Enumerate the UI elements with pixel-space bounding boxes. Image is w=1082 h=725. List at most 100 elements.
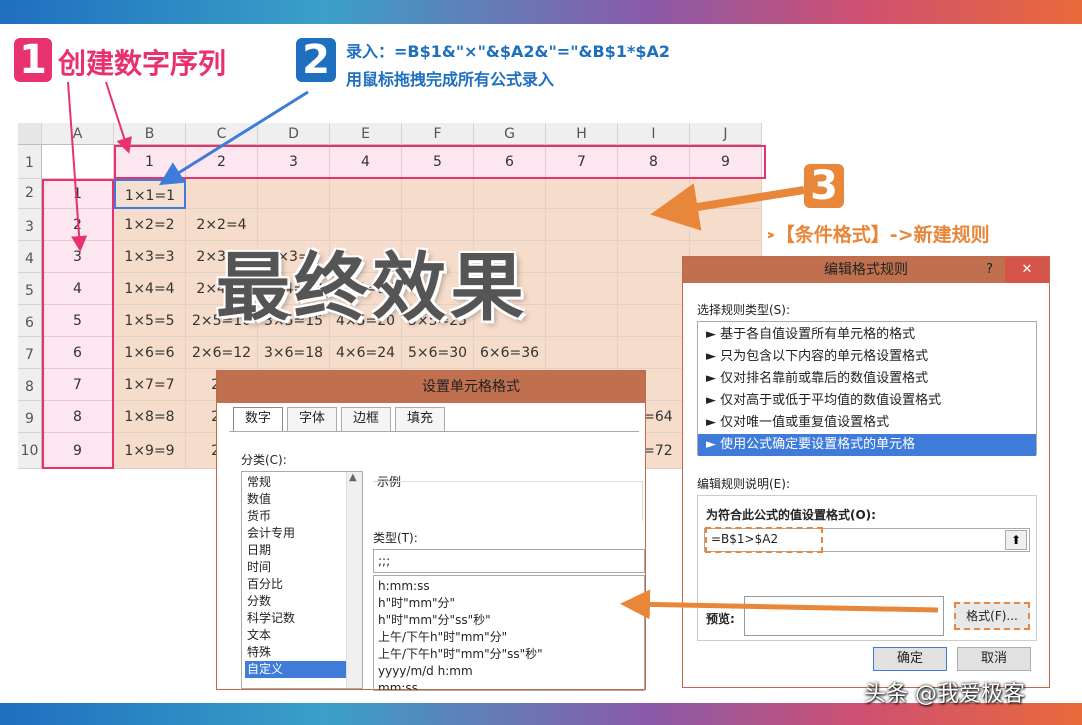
close-icon[interactable]: ✕ [1005, 257, 1049, 283]
cell-B10[interactable]: 1×9=9 [114, 433, 186, 469]
row-header-6[interactable]: 6 [18, 305, 42, 337]
cell-C2[interactable] [186, 179, 258, 209]
category-item[interactable]: 会计专用 [245, 525, 347, 542]
category-item[interactable]: 科学记数 [245, 610, 347, 627]
column-header-A[interactable]: A [42, 123, 114, 145]
arrow-up-icon: ⬆ [1010, 533, 1022, 547]
cell-E2[interactable] [330, 179, 402, 209]
column-header-C[interactable]: C [186, 123, 258, 145]
column-header-H[interactable]: H [546, 123, 618, 145]
cell-I4[interactable] [618, 241, 690, 273]
type-list-item[interactable]: yyyy/m/d h:mm [378, 663, 640, 680]
row-header-9[interactable]: 9 [18, 401, 42, 433]
category-list[interactable]: 常规 数值 货币 会计专用 日期 时间 百分比 分数 科学记数 文本 特殊 自定义 ▲ [241, 471, 363, 689]
cancel-button[interactable]: 取消 [957, 647, 1031, 671]
cell-B9[interactable]: 1×8=8 [114, 401, 186, 433]
cell-B5[interactable]: 1×4=4 [114, 273, 186, 305]
cell-I6[interactable] [618, 305, 690, 337]
type-list-item[interactable]: h"时"mm"分" [378, 595, 640, 612]
cell-B3[interactable]: 1×2=2 [114, 209, 186, 241]
row-header-4[interactable]: 4 [18, 241, 42, 273]
rule-type-item[interactable]: ► 使用公式确定要设置格式的单元格 [698, 434, 1036, 456]
row-header-10[interactable]: 10 [18, 433, 42, 469]
cell-H5[interactable] [546, 273, 618, 305]
format-cells-titlebar[interactable]: 设置单元格格式 [217, 371, 645, 403]
cell-J2[interactable] [690, 179, 762, 209]
category-item[interactable]: 日期 [245, 542, 347, 559]
row-header-5[interactable]: 5 [18, 273, 42, 305]
cell-B6[interactable]: 1×5=5 [114, 305, 186, 337]
category-item[interactable]: 时间 [245, 559, 347, 576]
cell-G2[interactable] [474, 179, 546, 209]
cell-J3[interactable] [690, 209, 762, 241]
cell-D2[interactable] [258, 179, 330, 209]
type-input[interactable]: ;;; [373, 549, 645, 573]
cell-H6[interactable] [546, 305, 618, 337]
column-header-B[interactable]: B [114, 123, 186, 145]
cell-C7[interactable]: 2×6=12 [186, 337, 258, 369]
category-item[interactable]: 特殊 [245, 644, 347, 661]
row-header-2[interactable]: 2 [18, 179, 42, 209]
edit-rule-titlebar[interactable]: 编辑格式规则 ? ✕ [683, 257, 1049, 283]
ok-button[interactable]: 确定 [873, 647, 947, 671]
cell-D7[interactable]: 3×6=18 [258, 337, 330, 369]
category-item[interactable]: 百分比 [245, 576, 347, 593]
tab-number[interactable]: 数字 [233, 407, 283, 432]
cell-H4[interactable] [546, 241, 618, 273]
cell-B7[interactable]: 1×6=6 [114, 337, 186, 369]
cell-B4[interactable]: 1×3=3 [114, 241, 186, 273]
tab-fill[interactable]: 填充 [395, 407, 445, 431]
type-list[interactable]: h:mm:ss h"时"mm"分" h"时"mm"分"ss"秒" 上午/下午h"时"m… [373, 575, 645, 691]
type-list-item[interactable]: h"时"mm"分"ss"秒" [378, 612, 640, 629]
select-all-corner[interactable] [18, 123, 42, 145]
category-item[interactable]: 常规 [245, 474, 347, 491]
type-list-item[interactable]: 上午/下午h"时"mm"分" [378, 629, 640, 646]
type-list-item[interactable]: mm:ss [378, 680, 640, 690]
overlay-title: 最终效果 [216, 245, 528, 331]
category-item[interactable]: 分数 [245, 593, 347, 610]
cell-H2[interactable] [546, 179, 618, 209]
column-header-G[interactable]: G [474, 123, 546, 145]
row-header-1[interactable]: 1 [18, 145, 42, 179]
column-header-J[interactable]: J [690, 123, 762, 145]
cell-H7[interactable] [546, 337, 618, 369]
cell-I3[interactable] [618, 209, 690, 241]
scroll-up-icon[interactable]: ▲ [349, 472, 357, 483]
cell-I5[interactable] [618, 273, 690, 305]
rule-type-item[interactable]: ► 仅对高于或低于平均值的数值设置格式 [698, 390, 1036, 412]
category-scrollbar[interactable]: ▲ [346, 472, 362, 688]
cell-E7[interactable]: 4×6=24 [330, 337, 402, 369]
rule-type-item[interactable]: ► 仅对唯一值或重复值设置格式 [698, 412, 1036, 434]
formula-input[interactable]: =B$1>$A2 ⬆ [704, 527, 1030, 553]
column-header-F[interactable]: F [402, 123, 474, 145]
type-list-item[interactable]: h:mm:ss [378, 578, 640, 595]
column-header-E[interactable]: E [330, 123, 402, 145]
format-button[interactable]: 格式(F)... [954, 602, 1030, 630]
cell-F7[interactable]: 5×6=30 [402, 337, 474, 369]
category-item[interactable]: 货币 [245, 508, 347, 525]
tab-border[interactable]: 边框 [341, 407, 391, 431]
collapse-button[interactable]: ⬆ [1005, 530, 1027, 550]
cell-G7[interactable]: 6×6=36 [474, 337, 546, 369]
cell-I7[interactable] [618, 337, 690, 369]
cell-B2[interactable]: 1×1=1 [114, 179, 186, 209]
category-item[interactable]: 自定义 [245, 661, 347, 678]
type-list-item[interactable]: 上午/下午h"时"mm"分"ss"秒" [378, 646, 640, 663]
row-header-8[interactable]: 8 [18, 369, 42, 401]
tab-font[interactable]: 字体 [287, 407, 337, 431]
rule-type-item[interactable]: ► 只为包含以下内容的单元格设置格式 [698, 346, 1036, 368]
cell-row1-A[interactable] [42, 145, 114, 179]
cell-I2[interactable] [618, 179, 690, 209]
cell-H3[interactable] [546, 209, 618, 241]
rule-type-item[interactable]: ► 基于各自值设置所有单元格的格式 [698, 324, 1036, 346]
column-header-D[interactable]: D [258, 123, 330, 145]
column-header-I[interactable]: I [618, 123, 690, 145]
category-item[interactable]: 文本 [245, 627, 347, 644]
category-item[interactable]: 数值 [245, 491, 347, 508]
cell-F2[interactable] [402, 179, 474, 209]
cell-B8[interactable]: 1×7=7 [114, 369, 186, 401]
row-header-7[interactable]: 7 [18, 337, 42, 369]
row-header-3[interactable]: 3 [18, 209, 42, 241]
help-icon[interactable]: ? [986, 257, 993, 283]
rule-type-item[interactable]: ► 仅对排名靠前或靠后的数值设置格式 [698, 368, 1036, 390]
